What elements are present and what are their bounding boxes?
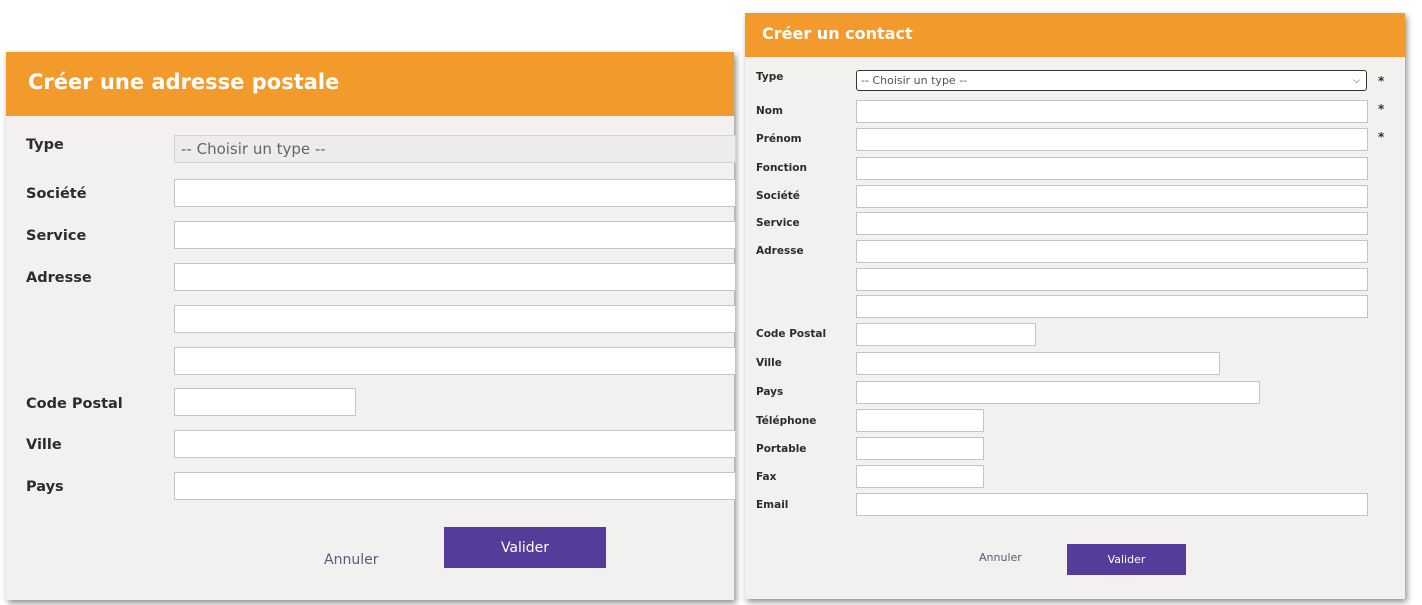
contact-code-postal-input[interactable] [856, 323, 1036, 346]
contact-ville-label: Ville [756, 357, 782, 369]
postal-code-postal-input[interactable] [174, 388, 356, 416]
postal-pays-label: Pays [26, 479, 64, 495]
postal-ville-label: Ville [26, 437, 62, 453]
postal-type-selected: -- Choisir un type -- [181, 140, 326, 158]
postal-adresse-line1-input[interactable] [174, 263, 736, 291]
chevron-down-icon: ⌵ [1353, 75, 1360, 86]
contact-code-postal-label: Code Postal [756, 328, 827, 340]
contact-societe-input[interactable] [856, 185, 1368, 208]
postal-adresse-label: Adresse [26, 270, 92, 286]
postal-societe-input[interactable] [174, 179, 736, 207]
contact-adresse-line1-input[interactable] [856, 240, 1368, 263]
postal-type-select[interactable]: -- Choisir un type -- [174, 135, 736, 163]
contact-fonction-input[interactable] [856, 157, 1368, 180]
contact-prenom-label: Prénom [756, 133, 802, 145]
postal-cancel-button[interactable]: Annuler [324, 552, 378, 568]
contact-portable-label: Portable [756, 443, 807, 455]
contact-fax-label: Fax [756, 471, 777, 483]
contact-societe-label: Société [756, 190, 800, 202]
postal-societe-label: Société [26, 186, 87, 202]
postal-address-dialog: Créer une adresse postale Type -- Choisi… [6, 52, 736, 600]
contact-type-label: Type [756, 71, 784, 83]
contact-fonction-label: Fonction [756, 162, 807, 174]
contact-fax-input[interactable] [856, 465, 984, 488]
contact-ville-input[interactable] [856, 352, 1220, 375]
contact-adresse-line3-input[interactable] [856, 295, 1368, 318]
contact-dialog-title: Créer un contact [745, 13, 1405, 57]
contact-adresse-label: Adresse [756, 245, 804, 257]
contact-dialog: Créer un contact Type -- Choisir un type… [745, 13, 1405, 599]
contact-cancel-button[interactable]: Annuler [979, 551, 1022, 564]
contact-adresse-line2-input[interactable] [856, 268, 1368, 291]
postal-submit-button[interactable]: Valider [444, 527, 606, 568]
contact-nom-label: Nom [756, 105, 783, 117]
contact-prenom-input[interactable] [856, 128, 1368, 151]
contact-telephone-label: Téléphone [756, 415, 817, 427]
contact-pays-input[interactable] [856, 381, 1260, 404]
postal-service-input[interactable] [174, 221, 736, 249]
postal-adresse-line3-input[interactable] [174, 347, 736, 375]
contact-portable-input[interactable] [856, 437, 984, 460]
contact-nom-required-marker: * [1378, 102, 1385, 116]
postal-pays-input[interactable] [174, 472, 736, 500]
contact-type-select[interactable]: -- Choisir un type -- ⌵ [856, 70, 1367, 91]
contact-email-input[interactable] [856, 493, 1368, 516]
contact-service-label: Service [756, 217, 800, 229]
contact-email-label: Email [756, 499, 789, 511]
postal-dialog-title: Créer une adresse postale [6, 52, 734, 116]
contact-submit-button[interactable]: Valider [1067, 544, 1186, 575]
postal-code-postal-label: Code Postal [26, 396, 123, 412]
contact-type-required-marker: * [1378, 74, 1385, 88]
contact-type-selected: -- Choisir un type -- [861, 74, 968, 87]
contact-prenom-required-marker: * [1378, 130, 1385, 144]
contact-pays-label: Pays [756, 386, 784, 398]
contact-telephone-input[interactable] [856, 409, 984, 432]
contact-service-input[interactable] [856, 212, 1368, 235]
postal-ville-input[interactable] [174, 430, 736, 458]
postal-service-label: Service [26, 228, 87, 244]
postal-type-label: Type [26, 137, 64, 153]
postal-adresse-line2-input[interactable] [174, 305, 736, 333]
contact-nom-input[interactable] [856, 100, 1368, 123]
